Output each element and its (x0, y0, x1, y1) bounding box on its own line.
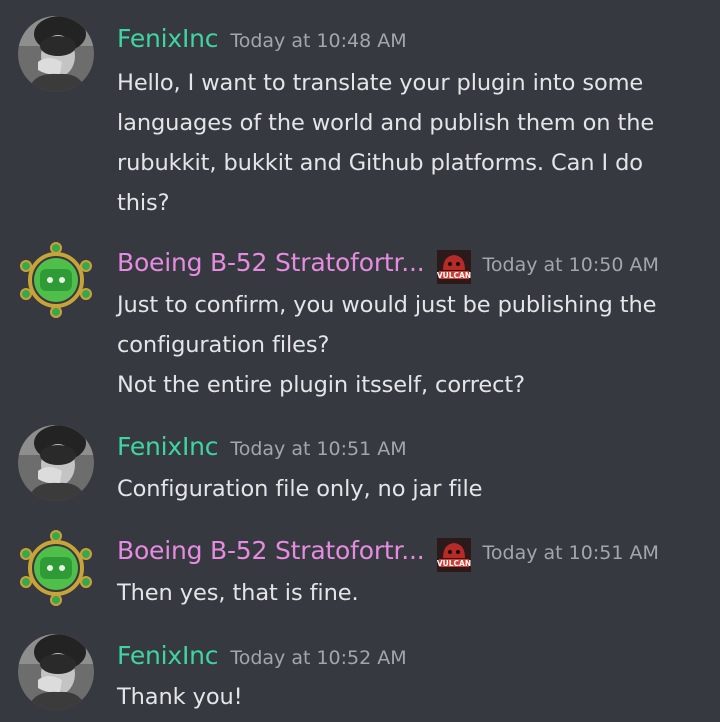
message-line: Thank you! (117, 684, 243, 710)
avatar[interactable] (18, 530, 94, 606)
vulcan-badge-icon[interactable]: VULCAN (436, 250, 471, 284)
message-line: Just to confirm, you would just be publi… (117, 292, 657, 318)
avatar[interactable] (18, 425, 94, 501)
message-header: FenixInc Today at 10:48 AM (117, 24, 407, 53)
username[interactable]: Boeing B-52 Stratofortr... (117, 536, 425, 565)
avatar[interactable] (18, 242, 94, 318)
message-line: this? (117, 190, 170, 216)
username[interactable]: Boeing B-52 Stratofortr... (117, 248, 425, 277)
message-header: FenixInc Today at 10:52 AM (117, 641, 407, 670)
vulcan-badge-icon[interactable]: VULCAN (436, 538, 471, 572)
message-header: Boeing B-52 Stratofortr... VULCAN Today … (117, 248, 659, 284)
message-line: Configuration file only, no jar file (117, 476, 483, 502)
timestamp[interactable]: Today at 10:50 AM (483, 254, 659, 276)
username[interactable]: FenixInc (117, 432, 219, 461)
chat-messages: FenixInc Today at 10:48 AM Hello, I want… (0, 0, 720, 722)
timestamp[interactable]: Today at 10:52 AM (230, 647, 406, 669)
message-line: configuration files? (117, 332, 330, 358)
avatar[interactable] (18, 16, 94, 92)
badge-text: VULCAN (437, 559, 471, 568)
username[interactable]: FenixInc (117, 24, 219, 53)
message-line: Hello, I want to translate your plugin i… (117, 70, 644, 96)
badge-text: VULCAN (437, 271, 471, 280)
timestamp[interactable]: Today at 10:51 AM (483, 542, 659, 564)
message-line: Not the entire plugin itsself, correct? (117, 372, 525, 398)
message-line: Then yes, that is fine. (117, 580, 359, 606)
message-header: Boeing B-52 Stratofortr... VULCAN Today … (117, 536, 659, 572)
message-line: languages of the world and publish them … (117, 110, 655, 136)
timestamp[interactable]: Today at 10:48 AM (230, 30, 406, 52)
username[interactable]: FenixInc (117, 641, 219, 670)
avatar[interactable] (18, 634, 94, 710)
message-line: rubukkit, bukkit and Github platforms. C… (117, 150, 643, 176)
message-header: FenixInc Today at 10:51 AM (117, 432, 407, 461)
timestamp[interactable]: Today at 10:51 AM (230, 438, 406, 460)
